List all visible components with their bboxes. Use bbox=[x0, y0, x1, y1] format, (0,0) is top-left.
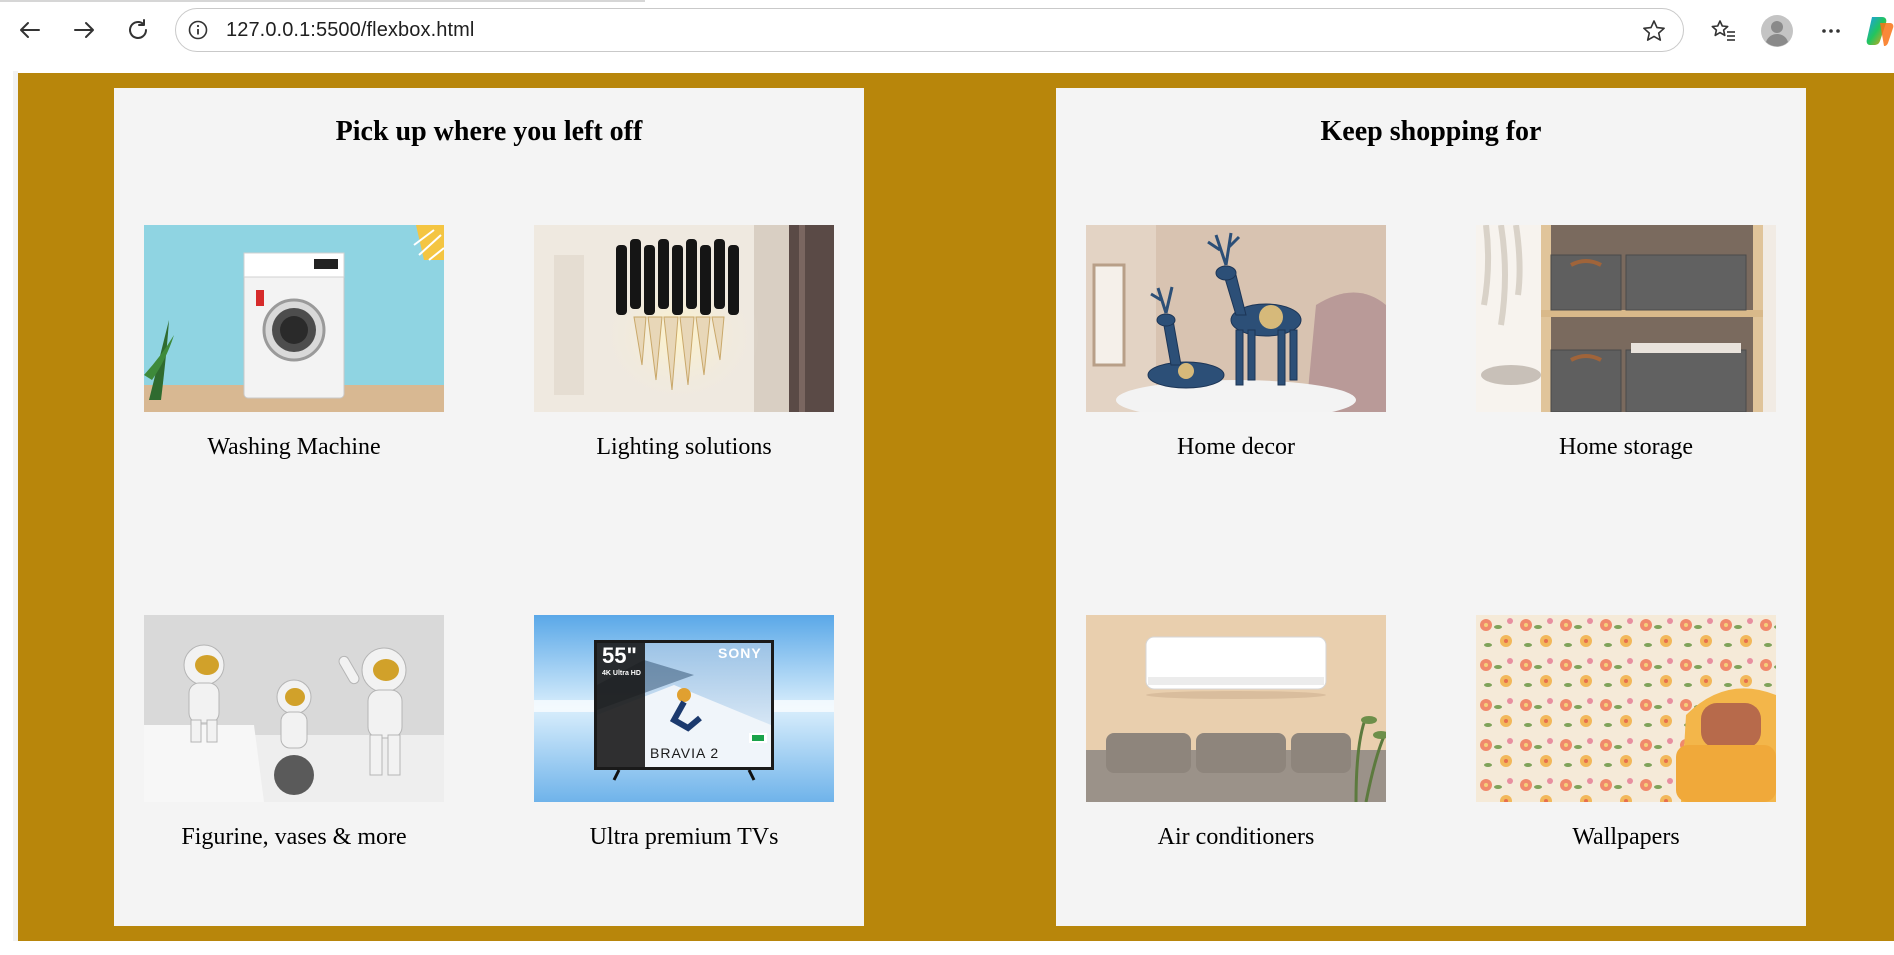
tile-caption[interactable]: Air conditioners bbox=[1086, 824, 1386, 851]
tile-caption[interactable]: Figurine, vases & more bbox=[144, 824, 444, 851]
product-tile-figurines[interactable]: Figurine, vases & more bbox=[144, 615, 444, 851]
product-tile-home-storage[interactable]: Home storage bbox=[1476, 225, 1776, 461]
copilot-icon[interactable] bbox=[1866, 14, 1894, 48]
tile-caption[interactable]: Home decor bbox=[1086, 434, 1386, 461]
tile-caption[interactable]: Wallpapers bbox=[1476, 824, 1776, 851]
profile-avatar-icon[interactable] bbox=[1759, 13, 1795, 49]
floral-wallpaper-image[interactable] bbox=[1476, 615, 1776, 802]
more-dots-icon[interactable] bbox=[1815, 15, 1847, 47]
product-tile-wallpapers[interactable]: Wallpapers bbox=[1476, 615, 1776, 851]
tv-resolution-label: 4K Ultra HD bbox=[602, 670, 641, 677]
arrow-left-icon bbox=[20, 22, 40, 38]
product-tile-ultra-premium-tvs[interactable]: 55" 4K Ultra HD SONY BRAVIA 2 Ultra prem… bbox=[534, 615, 834, 851]
tile-caption[interactable]: Lighting solutions bbox=[534, 434, 834, 461]
washing-machine-image[interactable] bbox=[144, 225, 444, 412]
card-keep-shopping-for: Keep shopping for Home decor Home storag… bbox=[1056, 88, 1806, 926]
product-tile-lighting-solutions[interactable]: Lighting solutions bbox=[534, 225, 834, 461]
product-tile-home-decor[interactable]: Home decor bbox=[1086, 225, 1386, 461]
product-tile-washing-machine[interactable]: Washing Machine bbox=[144, 225, 444, 461]
tab-strip-edge bbox=[0, 0, 645, 2]
tile-caption[interactable]: Washing Machine bbox=[144, 434, 444, 461]
astronaut-figurines-image[interactable] bbox=[144, 615, 444, 802]
wall-lamp-image[interactable] bbox=[534, 225, 834, 412]
info-icon[interactable] bbox=[186, 18, 210, 42]
tv-size-label: 55" bbox=[602, 643, 637, 668]
product-tile-air-conditioners[interactable]: Air conditioners bbox=[1086, 615, 1386, 851]
card-title: Keep shopping for bbox=[1320, 116, 1542, 147]
card-title: Pick up where you left off bbox=[335, 116, 643, 147]
arrow-right-icon bbox=[74, 22, 94, 38]
back-button[interactable] bbox=[12, 12, 48, 48]
star-icon[interactable] bbox=[1640, 17, 1668, 45]
tv-brand-label: SONY bbox=[718, 645, 762, 661]
forward-button[interactable] bbox=[66, 12, 102, 48]
deer-figurines-image[interactable] bbox=[1086, 225, 1386, 412]
storage-boxes-image[interactable] bbox=[1476, 225, 1776, 412]
favorites-list-icon[interactable] bbox=[1707, 15, 1739, 47]
tv-model-label: BRAVIA 2 bbox=[650, 745, 720, 761]
reload-icon bbox=[129, 19, 147, 39]
tile-caption[interactable]: Ultra premium TVs bbox=[534, 824, 834, 851]
tile-caption[interactable]: Home storage bbox=[1476, 434, 1776, 461]
url-text[interactable]: 127.0.0.1:5500/flexbox.html bbox=[226, 19, 474, 42]
card-pick-up-where-you-left-off: Pick up where you left off Washing Machi… bbox=[114, 88, 864, 926]
browser-toolbar: 127.0.0.1:5500/flexbox.html bbox=[0, 0, 1894, 62]
address-bar[interactable]: 127.0.0.1:5500/flexbox.html bbox=[175, 8, 1684, 52]
wall-air-conditioner-image[interactable] bbox=[1086, 615, 1386, 802]
reload-button[interactable] bbox=[120, 12, 156, 48]
sony-tv-image[interactable]: 55" 4K Ultra HD SONY BRAVIA 2 bbox=[534, 615, 834, 802]
